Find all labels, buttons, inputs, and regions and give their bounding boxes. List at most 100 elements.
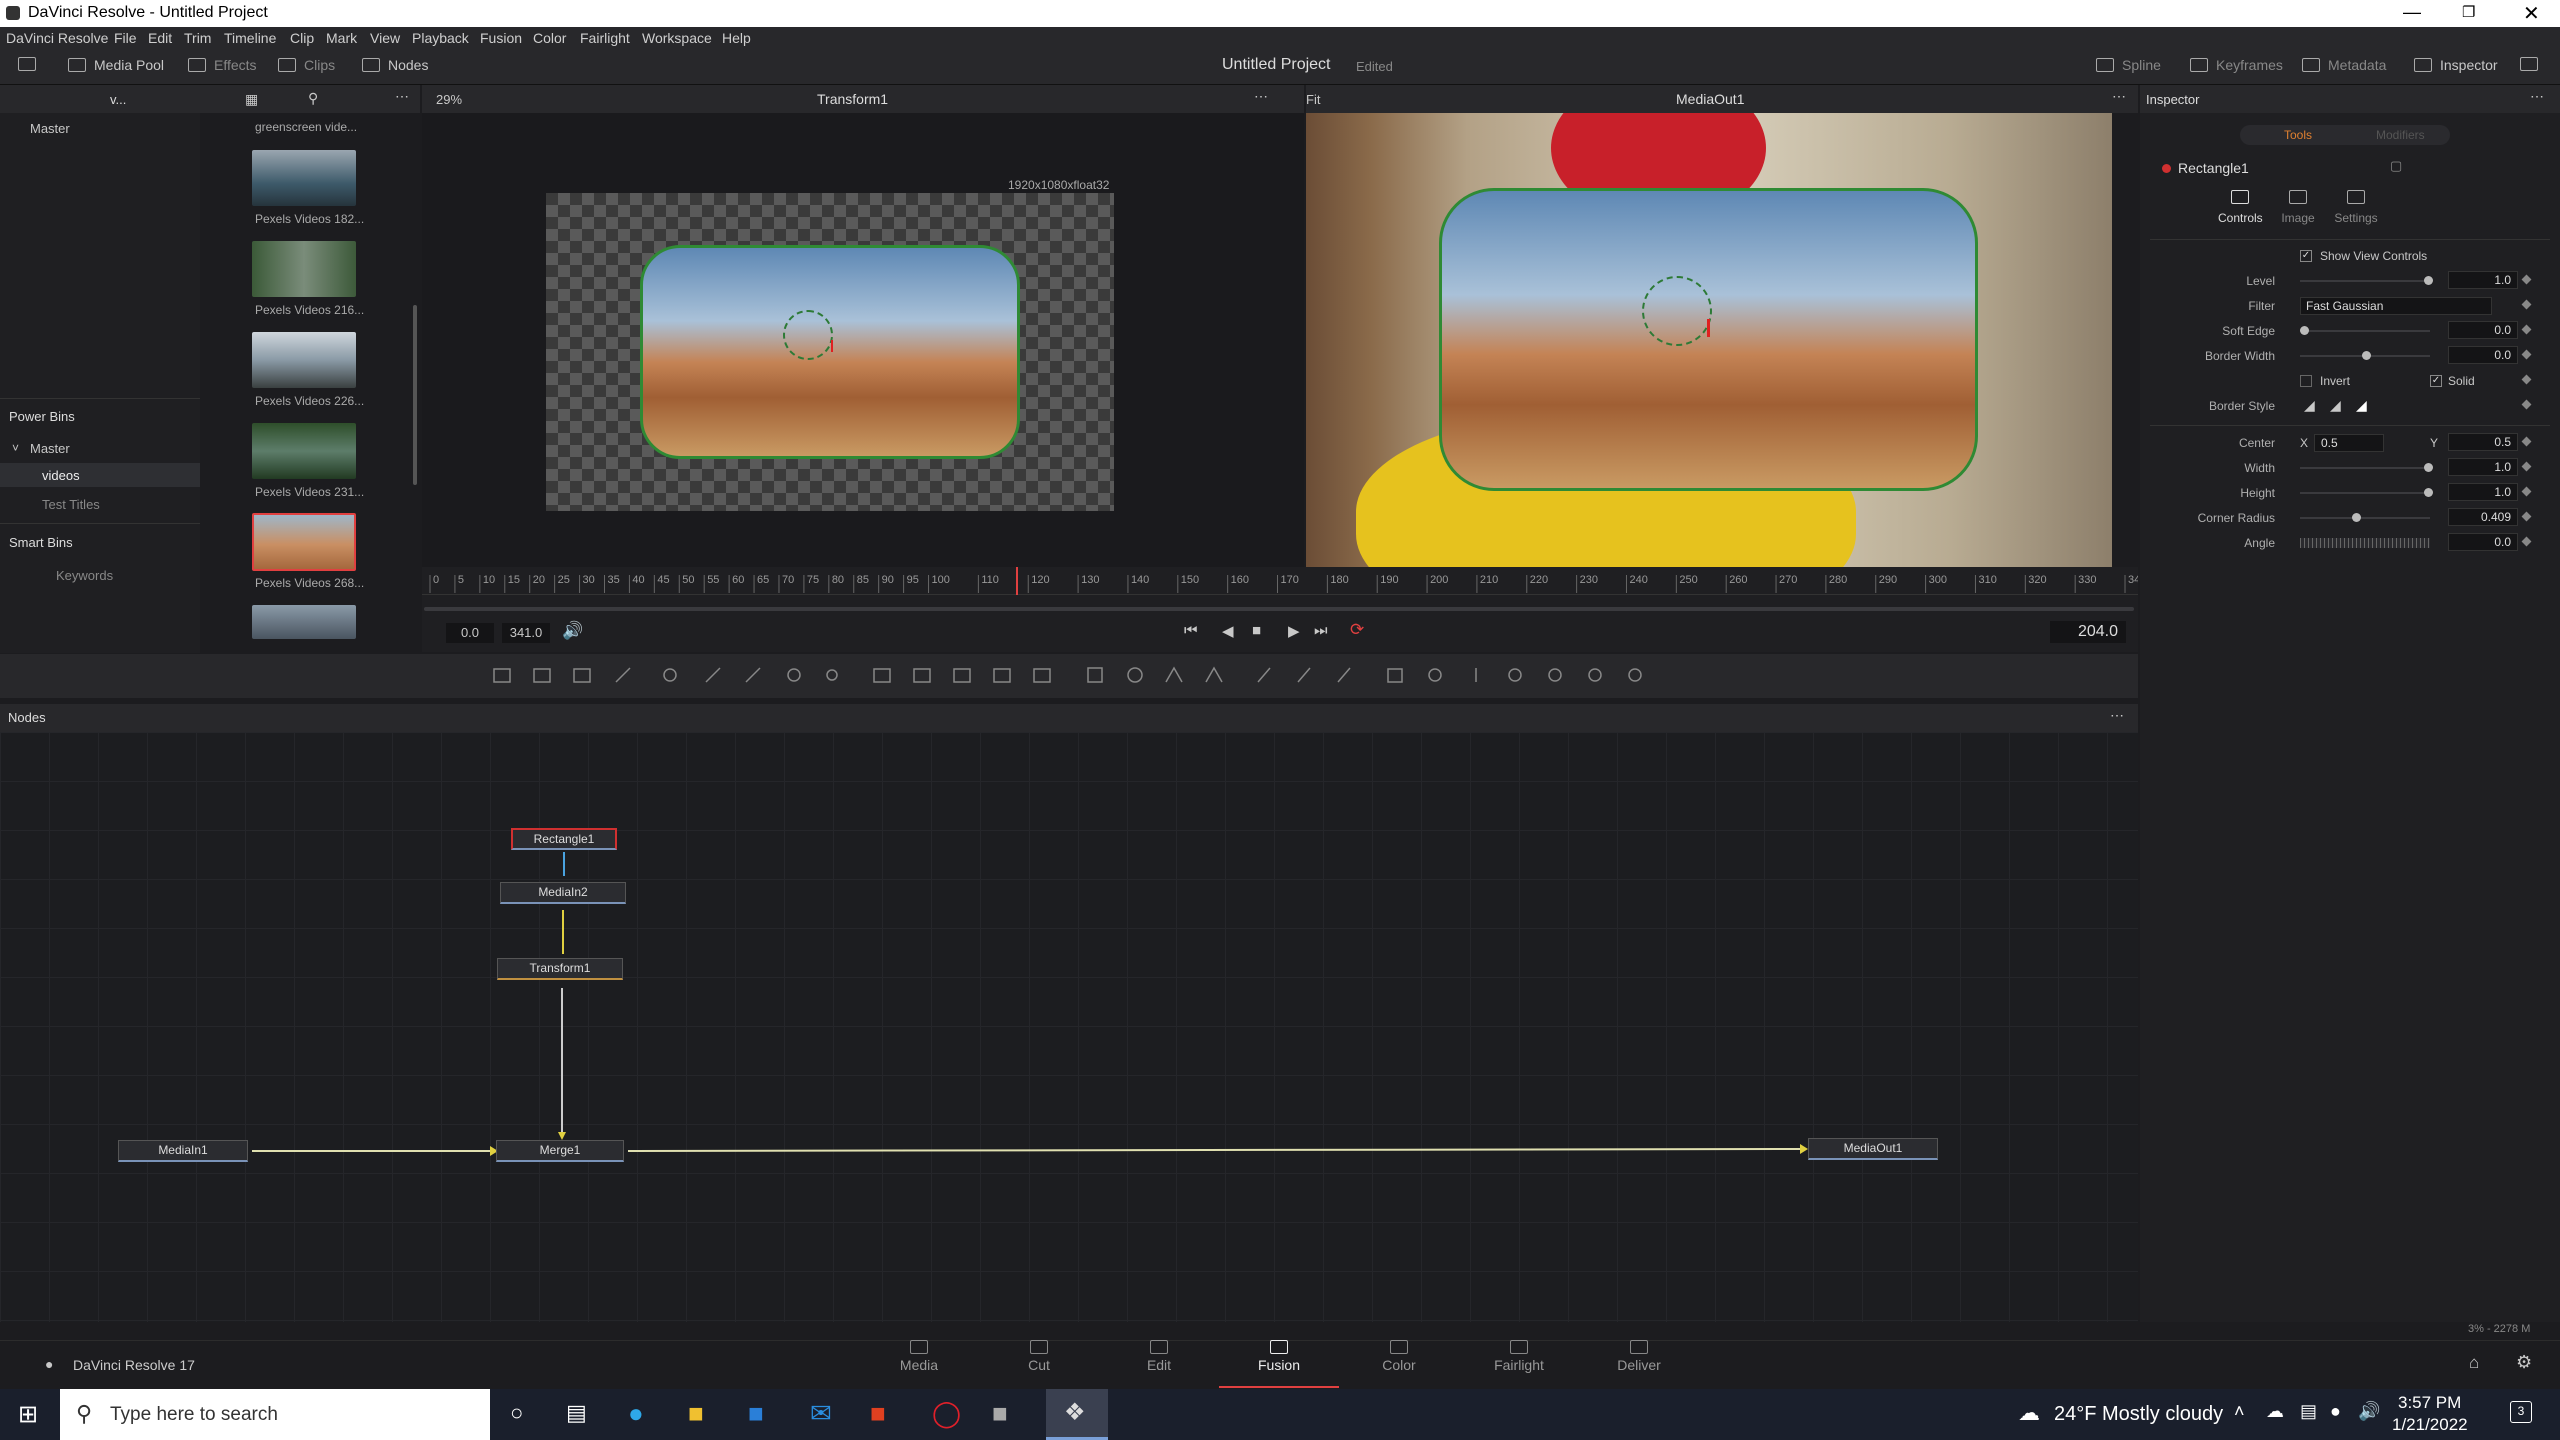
- clips-button[interactable]: Clips: [278, 57, 335, 73]
- subtab-controls[interactable]: Controls: [2218, 190, 2263, 225]
- angle-control-icon[interactable]: [783, 310, 833, 360]
- left-viewer[interactable]: 1920x1080xfloat32: [422, 113, 1304, 567]
- subtab-image[interactable]: Image: [2278, 190, 2318, 225]
- taskbar-search[interactable]: ⚲ Type here to search: [60, 1389, 490, 1440]
- more-options-icon[interactable]: ⋯: [395, 88, 409, 105]
- invert-checkbox[interactable]: [2300, 375, 2312, 387]
- fullscreen-button[interactable]: [2520, 57, 2538, 71]
- menu-item[interactable]: Fairlight: [580, 30, 630, 46]
- border-style-miter-icon[interactable]: ◢: [2356, 397, 2367, 414]
- soft-edge-value[interactable]: 0.0: [2448, 321, 2518, 339]
- more-options-icon[interactable]: ⋯: [2110, 707, 2124, 724]
- scrollbar[interactable]: [413, 305, 417, 485]
- keyframe-icon[interactable]: [2521, 461, 2532, 472]
- spline-button[interactable]: Spline: [2096, 57, 2161, 73]
- show-view-controls-checkbox[interactable]: ✓: [2300, 250, 2312, 262]
- tool-icons[interactable]: [0, 654, 2138, 698]
- davinci-taskbar-button[interactable]: ❖: [1046, 1389, 1108, 1440]
- clip-thumbnail[interactable]: [252, 605, 356, 639]
- page-fusion[interactable]: Fusion: [1219, 1340, 1339, 1388]
- menu-item[interactable]: Color: [533, 30, 566, 46]
- angle-thumbwheel[interactable]: [2300, 538, 2430, 548]
- border-style-round-icon[interactable]: ◢: [2330, 397, 2341, 414]
- width-slider[interactable]: [2300, 463, 2433, 472]
- menu-item[interactable]: File: [114, 30, 137, 46]
- task-view-icon[interactable]: ▤: [566, 1400, 587, 1426]
- gear-icon[interactable]: ⚙: [2516, 1352, 2532, 1373]
- node-editor[interactable]: Rectangle1 MediaIn2 Transform1 MediaIn1 …: [0, 732, 2138, 1322]
- edge-icon[interactable]: ●: [628, 1398, 644, 1429]
- border-width-slider[interactable]: [2300, 351, 2430, 360]
- bin-videos-selected[interactable]: videos: [0, 463, 200, 487]
- master-bin[interactable]: Master: [30, 121, 70, 136]
- keyframes-button[interactable]: Keyframes: [2190, 57, 2283, 73]
- bin-test-titles[interactable]: Test Titles: [42, 497, 100, 512]
- menu-item[interactable]: Fusion: [480, 30, 522, 46]
- page-color[interactable]: Color: [1339, 1340, 1459, 1373]
- effects-button[interactable]: Effects: [188, 57, 257, 73]
- media-pool-button[interactable]: Media Pool: [68, 57, 164, 73]
- node-merge[interactable]: Merge1: [496, 1140, 624, 1162]
- clip-thumbnail[interactable]: [252, 150, 356, 206]
- play-icon[interactable]: ▶: [1288, 622, 1300, 640]
- maximize-icon[interactable]: ❐: [2462, 3, 2475, 21]
- playhead[interactable]: [1016, 567, 1018, 595]
- corner-radius-slider[interactable]: [2300, 513, 2430, 522]
- more-options-icon[interactable]: ⋯: [1254, 88, 1268, 105]
- menu-item[interactable]: Timeline: [224, 30, 276, 46]
- menu-item[interactable]: Clip: [290, 30, 314, 46]
- menu-item[interactable]: Mark: [326, 30, 357, 46]
- keyframe-icon[interactable]: [2521, 511, 2532, 522]
- level-slider[interactable]: [2300, 276, 2433, 285]
- right-viewer[interactable]: [1306, 113, 2112, 567]
- opera-icon[interactable]: ◯: [932, 1398, 961, 1429]
- volume-icon[interactable]: 🔊: [2358, 1401, 2380, 1422]
- level-value[interactable]: 1.0: [2448, 271, 2518, 289]
- more-options-icon[interactable]: ⋯: [2112, 88, 2126, 105]
- render-start[interactable]: 0.0: [446, 623, 494, 643]
- menu-item[interactable]: Playback: [412, 30, 469, 46]
- office-icon[interactable]: ■: [870, 1398, 886, 1429]
- tab-tools[interactable]: Tools: [2284, 128, 2312, 142]
- border-width-value[interactable]: 0.0: [2448, 346, 2518, 364]
- keyframe-icon[interactable]: [2521, 374, 2532, 385]
- clock-date[interactable]: 1/21/2022: [2392, 1415, 2468, 1435]
- power-master-bin[interactable]: Master: [30, 441, 70, 456]
- home-icon[interactable]: ⌂: [2469, 1353, 2479, 1373]
- tab-modifiers[interactable]: Modifiers: [2376, 128, 2425, 142]
- network-icon[interactable]: ▤: [2300, 1401, 2317, 1422]
- bin-keywords[interactable]: Keywords: [56, 568, 113, 583]
- clock-time[interactable]: 3:57 PM: [2398, 1393, 2461, 1413]
- lock-icon[interactable]: ▢: [2390, 158, 2402, 174]
- center-y-value[interactable]: 0.5: [2448, 433, 2518, 451]
- menu-item[interactable]: View: [370, 30, 400, 46]
- mail-icon[interactable]: ✉: [810, 1398, 832, 1429]
- node-mediaout[interactable]: MediaOut1: [1808, 1138, 1938, 1160]
- weather-text[interactable]: 24°F Mostly cloudy: [2054, 1403, 2223, 1426]
- page-fairlight[interactable]: Fairlight: [1459, 1340, 1579, 1373]
- speaker-icon[interactable]: 🔊: [562, 621, 583, 641]
- notification-center[interactable]: 3: [2510, 1401, 2532, 1423]
- loop-icon[interactable]: ⟳: [1350, 620, 1364, 640]
- cortana-icon[interactable]: ○: [510, 1400, 523, 1426]
- subtab-settings[interactable]: Settings: [2332, 190, 2380, 225]
- inspector-button[interactable]: Inspector: [2414, 57, 2498, 73]
- corner-radius-value[interactable]: 0.409: [2448, 508, 2518, 526]
- zoom-dropdown[interactable]: 29%: [436, 92, 462, 107]
- fit-dropdown[interactable]: Fit: [1306, 92, 1320, 107]
- close-icon[interactable]: ✕: [2523, 1, 2540, 26]
- keyframe-icon[interactable]: [2521, 536, 2532, 547]
- store-icon[interactable]: ■: [748, 1398, 764, 1429]
- chevron-up-icon[interactable]: ˄: [2234, 1401, 2245, 1422]
- stop-icon[interactable]: ■: [1252, 622, 1261, 639]
- height-value[interactable]: 1.0: [2448, 483, 2518, 501]
- keyframe-icon[interactable]: [2521, 349, 2532, 360]
- skip-start-icon[interactable]: ⏮: [1184, 622, 1198, 639]
- render-range-bar[interactable]: [424, 607, 2134, 611]
- menu-item[interactable]: Help: [722, 30, 751, 46]
- center-marker-icon[interactable]: [831, 340, 833, 352]
- play-reverse-icon[interactable]: ◀: [1222, 622, 1234, 640]
- angle-value[interactable]: 0.0: [2448, 533, 2518, 551]
- keyframe-icon[interactable]: [2521, 324, 2532, 335]
- nodes-button[interactable]: Nodes: [362, 57, 428, 73]
